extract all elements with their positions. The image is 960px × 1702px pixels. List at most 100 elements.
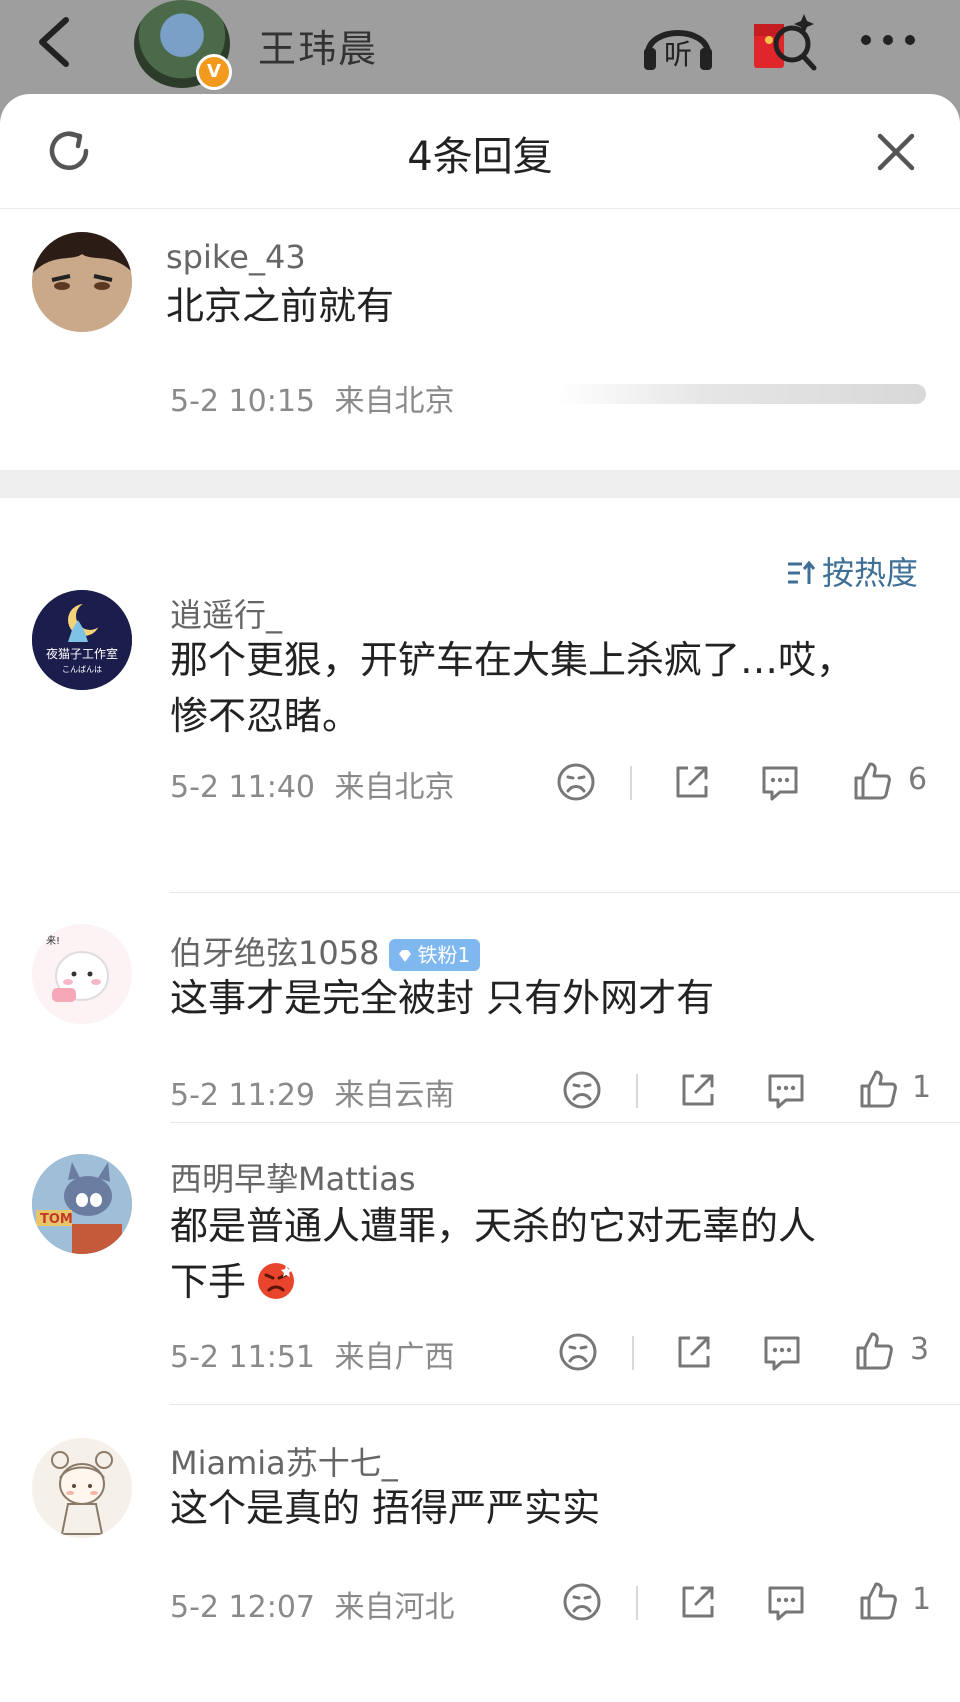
avatar[interactable] bbox=[32, 232, 132, 332]
avatar[interactable]: TOM bbox=[32, 1154, 132, 1254]
diamond-icon bbox=[399, 950, 412, 962]
share-icon[interactable] bbox=[676, 1068, 720, 1112]
share-icon[interactable] bbox=[676, 1580, 720, 1624]
author-avatar[interactable]: V bbox=[134, 0, 232, 90]
like-count: 6 bbox=[908, 762, 928, 797]
like-icon[interactable] bbox=[852, 1328, 896, 1372]
sort-label: 按热度 bbox=[821, 554, 918, 592]
comment-location: 来自北京 bbox=[334, 384, 455, 419]
comment-time: 5-2 12:07 bbox=[170, 1590, 315, 1625]
svg-text:听: 听 bbox=[664, 38, 692, 71]
comment-text-line: 这个是真的 捂得严严实实 bbox=[170, 1486, 601, 1530]
reply-item: TOM 西明早挚Mattias 都是普通人遭罪，天杀的它对无辜的人 下手 5-2… bbox=[0, 1154, 960, 1384]
comment-icon[interactable] bbox=[758, 760, 802, 804]
like-count: 1 bbox=[912, 1070, 932, 1105]
cartoon-cat-avatar-icon: TOM bbox=[32, 1154, 132, 1254]
fan-badge-label: 铁粉1 bbox=[417, 943, 471, 967]
comment-text-line: 惨不忍睹。 bbox=[170, 694, 361, 738]
cute-blob-avatar-icon: 来! bbox=[32, 924, 132, 1024]
section-gap bbox=[0, 470, 960, 498]
comment-meta: 5-2 11:51 来自广西 bbox=[170, 1332, 455, 1376]
svg-text:来!: 来! bbox=[46, 935, 60, 947]
svg-text:こんばんは: こんばんは bbox=[62, 665, 102, 674]
comment-text-line: 那个更狠，开铲车在大集上杀疯了…哎， bbox=[170, 638, 855, 682]
comment-text: 这事才是完全被封 只有外网才有 bbox=[170, 970, 940, 1026]
comment-location: 来自河北 bbox=[334, 1590, 455, 1625]
red-packet-search-icon[interactable] bbox=[752, 10, 818, 76]
comment-text: 这个是真的 捂得严严实实 bbox=[170, 1480, 940, 1536]
comment-time: 5-2 11:29 bbox=[170, 1078, 315, 1113]
like-icon[interactable] bbox=[856, 1578, 900, 1622]
avatar[interactable] bbox=[32, 1438, 132, 1538]
comment-time: 5-2 11:40 bbox=[170, 770, 315, 805]
comment-meta: 5-2 11:40 来自北京 bbox=[170, 762, 455, 806]
like-icon[interactable] bbox=[856, 1066, 900, 1110]
comment-text-line: 下手 bbox=[170, 1254, 940, 1310]
comment-text: 北京之前就有 bbox=[166, 284, 395, 328]
verified-badge: V bbox=[196, 54, 232, 90]
author-name[interactable]: 王玮晨 bbox=[258, 18, 378, 73]
comment-text: 那个更狠，开铲车在大集上杀疯了…哎， 惨不忍睹。 bbox=[170, 632, 940, 744]
divider bbox=[170, 1122, 960, 1123]
comment-time: 5-2 11:51 bbox=[170, 1340, 315, 1375]
anime-face-avatar-icon bbox=[32, 232, 132, 332]
divider bbox=[170, 892, 960, 893]
username[interactable]: Miamia苏十七_ bbox=[170, 1438, 398, 1484]
svg-text:TOM: TOM bbox=[40, 1212, 73, 1227]
comment-icon[interactable] bbox=[764, 1068, 808, 1112]
blurred-element bbox=[556, 384, 926, 404]
sheet-title: 4条回复 bbox=[407, 134, 553, 180]
close-icon[interactable] bbox=[874, 130, 918, 174]
comment-text-span: 下手 bbox=[170, 1260, 247, 1304]
fan-badge: 铁粉1 bbox=[389, 939, 481, 971]
comment-meta: 5-2 10:15 来自北京 bbox=[170, 376, 455, 420]
comment-location: 来自广西 bbox=[334, 1340, 455, 1375]
divider bbox=[170, 1404, 960, 1405]
svg-text:夜猫子工作室: 夜猫子工作室 bbox=[46, 646, 118, 661]
root-comment: spike_43 北京之前就有 5-2 10:15 来自北京 bbox=[0, 208, 960, 470]
comment-icon[interactable] bbox=[764, 1580, 808, 1624]
comment-text-line: 这事才是完全被封 只有外网才有 bbox=[170, 976, 715, 1020]
angry-emoji-icon bbox=[258, 1263, 295, 1299]
share-icon[interactable] bbox=[670, 760, 714, 804]
dislike-icon[interactable] bbox=[556, 1330, 600, 1374]
night-cat-studio-avatar-icon: 夜猫子工作室 こんばんは bbox=[32, 590, 132, 690]
username[interactable]: 西明早挚Mattias bbox=[170, 1154, 416, 1200]
dislike-icon[interactable] bbox=[560, 1068, 604, 1112]
back-icon[interactable] bbox=[30, 12, 80, 72]
dislike-icon[interactable] bbox=[554, 760, 598, 804]
listen-icon[interactable]: 听 bbox=[640, 14, 716, 74]
dislike-icon[interactable] bbox=[560, 1580, 604, 1624]
comment-location: 来自云南 bbox=[334, 1078, 455, 1113]
comment-text-line: 都是普通人遭罪，天杀的它对无辜的人 bbox=[170, 1204, 817, 1248]
username[interactable]: spike_43 bbox=[166, 238, 306, 276]
comment-text: 都是普通人遭罪，天杀的它对无辜的人 下手 bbox=[170, 1198, 940, 1310]
sort-button[interactable]: 按热度 bbox=[786, 548, 918, 594]
comment-meta: 5-2 12:07 来自河北 bbox=[170, 1582, 455, 1626]
separator bbox=[636, 1074, 638, 1108]
separator bbox=[630, 766, 632, 800]
sort-icon bbox=[787, 560, 816, 584]
comment-meta: 5-2 11:29 来自云南 bbox=[170, 1070, 455, 1114]
sheet-header: 4条回复 bbox=[0, 94, 960, 209]
girl-sketch-avatar-icon bbox=[32, 1438, 132, 1538]
avatar[interactable]: 来! bbox=[32, 924, 132, 1024]
separator bbox=[632, 1336, 634, 1370]
like-icon[interactable] bbox=[850, 758, 894, 802]
reply-item: 夜猫子工作室 こんばんは 逍遥行_ 那个更狠，开铲车在大集上杀疯了…哎， 惨不忍… bbox=[0, 590, 960, 820]
avatar[interactable]: 夜猫子工作室 こんばんは bbox=[32, 590, 132, 690]
like-count: 3 bbox=[910, 1332, 930, 1367]
username[interactable]: 逍遥行_ bbox=[170, 590, 282, 636]
username[interactable]: 伯牙绝弦1058 bbox=[170, 934, 379, 972]
replies-sheet: 4条回复 spike_43 北京之前就有 5-2 10:15 来自北京 按热度 … bbox=[0, 94, 960, 1702]
username-row: 伯牙绝弦1058 铁粉1 bbox=[170, 928, 481, 974]
comment-location: 来自北京 bbox=[334, 770, 455, 805]
share-icon[interactable] bbox=[672, 1330, 716, 1374]
comment-icon[interactable] bbox=[760, 1330, 804, 1374]
post-header-bar: V 王玮晨 听 bbox=[0, 0, 960, 92]
reply-item: 来! 伯牙绝弦1058 铁粉1 这事才是完全被封 只有外网才有 5-2 11:29… bbox=[0, 924, 960, 1124]
separator bbox=[636, 1586, 638, 1620]
more-icon[interactable] bbox=[856, 22, 920, 58]
reply-item: Miamia苏十七_ 这个是真的 捂得严严实实 5-2 12:07 来自河北 1 bbox=[0, 1438, 960, 1638]
like-count: 1 bbox=[912, 1582, 932, 1617]
